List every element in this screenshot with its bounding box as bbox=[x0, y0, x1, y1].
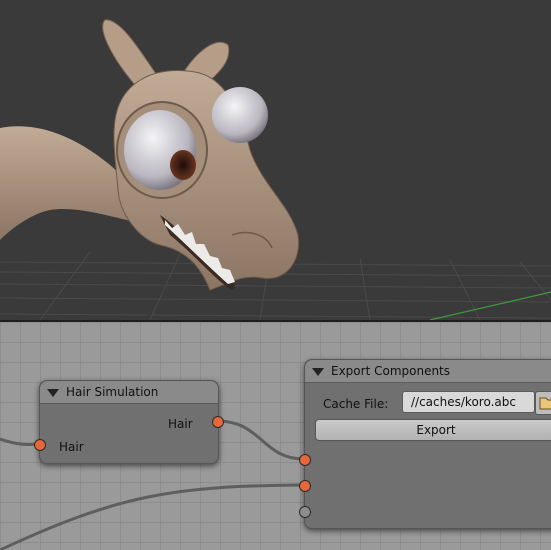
hair-simulation-output-socket[interactable] bbox=[212, 416, 224, 428]
3d-viewport[interactable] bbox=[0, 0, 551, 320]
export-input-socket-3[interactable] bbox=[299, 506, 311, 518]
export-input-socket-2[interactable] bbox=[299, 480, 311, 492]
character-far-eye bbox=[212, 87, 268, 143]
hair-simulation-input-socket[interactable] bbox=[34, 439, 46, 451]
export-button[interactable]: Export bbox=[315, 419, 551, 441]
hair-output-label: Hair bbox=[168, 417, 193, 431]
hair-simulation-node-header[interactable]: Hair Simulation bbox=[40, 381, 218, 404]
hair-input-label: Hair bbox=[59, 440, 84, 454]
file-browse-button[interactable] bbox=[535, 391, 551, 415]
link-lower-to-export bbox=[0, 483, 305, 550]
cache-file-label: Cache File: bbox=[323, 397, 389, 411]
export-input-socket-1[interactable] bbox=[299, 454, 311, 466]
hair-simulation-node[interactable]: Hair Simulation Hair Hair bbox=[39, 380, 219, 464]
collapse-triangle-icon[interactable] bbox=[47, 389, 59, 397]
cache-file-input[interactable]: //caches/koro.abc bbox=[402, 391, 535, 413]
folder-icon bbox=[539, 397, 551, 410]
viewport-scene bbox=[0, 19, 551, 320]
x-axis-line bbox=[429, 291, 551, 320]
node-editor[interactable]: Hair Simulation Hair Hair Export Compone… bbox=[0, 322, 551, 550]
character-iris bbox=[170, 150, 196, 180]
collapse-triangle-icon[interactable] bbox=[312, 368, 324, 376]
export-components-node[interactable]: Export Components Cache File: //caches/k… bbox=[304, 359, 551, 529]
node-title: Hair Simulation bbox=[66, 385, 159, 399]
export-components-node-header[interactable]: Export Components bbox=[305, 360, 551, 383]
link-hair-to-export bbox=[216, 419, 305, 461]
node-title: Export Components bbox=[331, 364, 451, 378]
